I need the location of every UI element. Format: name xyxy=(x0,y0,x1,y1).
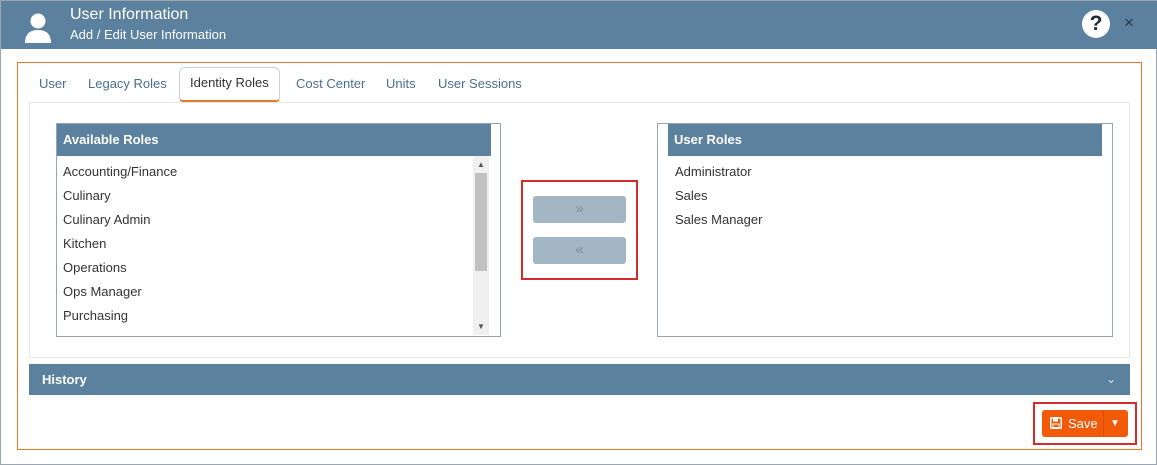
list-item[interactable]: Operations xyxy=(57,256,473,280)
floppy-disk-icon xyxy=(1050,417,1062,429)
available-roles-header: Available Roles xyxy=(57,124,491,156)
transfer-controls: » « xyxy=(521,180,638,280)
dialog-header: User Information Add / Edit User Informa… xyxy=(1,1,1157,49)
list-item[interactable]: Accounting/Finance xyxy=(57,160,473,184)
tab-units[interactable]: Units xyxy=(386,68,416,100)
list-item[interactable]: Ops Manager xyxy=(57,280,473,304)
list-item[interactable]: Culinary xyxy=(57,184,473,208)
list-item[interactable]: Sales xyxy=(669,184,1099,208)
tab-cost-center[interactable]: Cost Center xyxy=(296,68,365,100)
save-highlight: Save ▼ xyxy=(1033,402,1137,445)
user-roles-items: Administrator Sales Sales Manager xyxy=(669,160,1099,232)
history-section-toggle[interactable]: History ⌄ xyxy=(29,364,1130,395)
user-roles-header: User Roles xyxy=(668,124,1102,156)
list-item[interactable]: Administrator xyxy=(669,160,1099,184)
dialog-subtitle: Add / Edit User Information xyxy=(70,27,227,42)
scroll-thumb[interactable] xyxy=(475,173,487,271)
available-roles-scrollbar[interactable]: ▲ ▼ xyxy=(473,156,489,335)
add-role-button[interactable]: » xyxy=(533,196,626,223)
user-roles-list[interactable]: User Roles Administrator Sales Sales Man… xyxy=(657,123,1113,337)
scroll-down-arrow-icon[interactable]: ▼ xyxy=(473,320,489,334)
scroll-up-arrow-icon[interactable]: ▲ xyxy=(473,158,489,172)
help-icon[interactable]: ? xyxy=(1082,10,1110,38)
user-avatar-icon xyxy=(25,13,51,43)
available-roles-list[interactable]: Available Roles Accounting/Finance Culin… xyxy=(56,123,501,337)
available-roles-items: Accounting/Finance Culinary Culinary Adm… xyxy=(57,160,473,334)
history-label: History xyxy=(42,372,87,387)
save-divider xyxy=(1103,410,1104,437)
save-label: Save xyxy=(1068,416,1098,431)
tab-user[interactable]: User xyxy=(39,68,66,100)
save-button[interactable]: Save ▼ xyxy=(1042,410,1128,437)
list-item[interactable]: Kitchen xyxy=(57,232,473,256)
tab-identity-roles[interactable]: Identity Roles xyxy=(179,67,280,102)
close-icon[interactable]: × xyxy=(1124,13,1134,33)
list-item[interactable]: Sales Manager xyxy=(669,208,1099,232)
tab-user-sessions[interactable]: User Sessions xyxy=(438,68,522,100)
caret-down-icon[interactable]: ▼ xyxy=(1110,410,1120,437)
user-information-dialog: User Information Add / Edit User Informa… xyxy=(0,0,1157,465)
chevron-down-icon: ⌄ xyxy=(1105,372,1116,386)
list-item[interactable]: Culinary Admin xyxy=(57,208,473,232)
remove-role-button[interactable]: « xyxy=(533,237,626,264)
list-item[interactable]: Purchasing xyxy=(57,304,473,328)
dialog-title: User Information xyxy=(70,6,189,23)
tab-legacy-roles[interactable]: Legacy Roles xyxy=(88,68,167,100)
